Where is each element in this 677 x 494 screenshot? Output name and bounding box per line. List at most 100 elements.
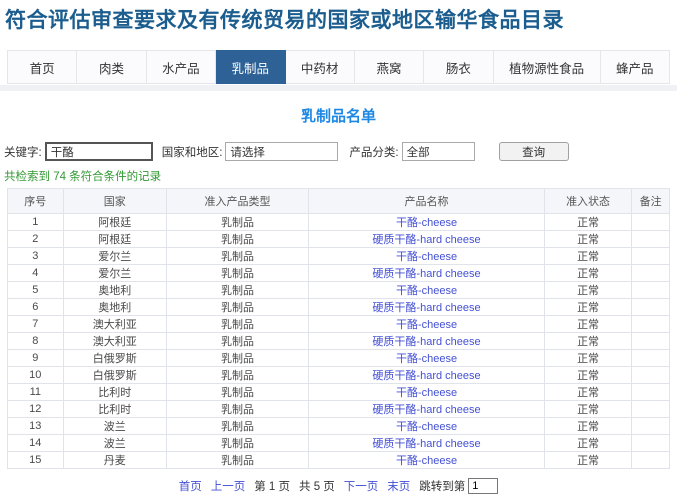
cell-status: 正常 xyxy=(543,213,633,232)
product-link[interactable]: 硬质干酪-hard cheese xyxy=(372,370,480,382)
query-button[interactable]: 查询 xyxy=(498,142,569,162)
category-label: 产品分类: xyxy=(349,146,399,159)
product-link[interactable]: 硬质干酪-hard cheese xyxy=(372,438,480,450)
cell-product-name: 干酪-cheese xyxy=(308,417,545,436)
cell-product-name: 硬质干酪-hard cheese xyxy=(308,434,545,453)
cell-product-type: 乳制品 xyxy=(165,400,310,419)
cell-product-name: 硬质干酪-hard cheese xyxy=(308,366,545,385)
product-link[interactable]: 干酪-cheese xyxy=(396,217,457,229)
product-link[interactable]: 干酪-cheese xyxy=(396,251,457,263)
tab-dairy[interactable]: 乳制品 xyxy=(216,50,286,85)
cell-remark xyxy=(631,213,670,232)
cell-status: 正常 xyxy=(543,451,633,470)
column-header: 国家 xyxy=(62,188,167,215)
table-row: 13 波兰 乳制品 干酪-cheese 正常 xyxy=(7,417,670,436)
cell-country: 阿根廷 xyxy=(62,230,167,249)
product-link[interactable]: 硬质干酪-hard cheese xyxy=(372,268,480,280)
tab-herbs[interactable]: 中药材 xyxy=(285,50,355,85)
tab-meat[interactable]: 肉类 xyxy=(77,50,147,85)
cell-status: 正常 xyxy=(543,315,633,334)
product-link[interactable]: 硬质干酪-hard cheese xyxy=(372,302,480,314)
table-row: 12 比利时 乳制品 硬质干酪-hard cheese 正常 xyxy=(7,400,670,419)
pagination-first-link[interactable]: 首页 xyxy=(179,478,202,494)
cell-status: 正常 xyxy=(543,332,633,351)
pagination-next-link[interactable]: 下一页 xyxy=(344,478,379,494)
jump-label: 跳转到第 xyxy=(419,481,466,494)
product-link[interactable]: 硬质干酪-hard cheese xyxy=(372,404,480,416)
page-jump-group: 跳转到第 xyxy=(419,478,499,494)
product-link[interactable]: 干酪-cheese xyxy=(396,285,457,297)
cell-product-name: 干酪-cheese xyxy=(308,451,545,470)
tab-label: 肠衣 xyxy=(445,61,471,76)
cell-country: 阿根廷 xyxy=(62,213,167,232)
tab-casings[interactable]: 肠衣 xyxy=(424,50,494,85)
product-link[interactable]: 干酪-cheese xyxy=(396,387,457,399)
cell-product-type: 乳制品 xyxy=(165,264,310,283)
tab-birds-nest[interactable]: 燕窝 xyxy=(354,50,425,85)
cell-remark xyxy=(631,298,670,317)
column-header: 序号 xyxy=(7,188,64,215)
cell-product-name: 硬质干酪-hard cheese xyxy=(308,230,545,249)
product-link[interactable]: 干酪-cheese xyxy=(396,353,457,365)
tab-bee-products[interactable]: 蜂产品 xyxy=(600,50,670,85)
cell-seq: 2 xyxy=(7,230,64,249)
cell-product-name: 干酪-cheese xyxy=(308,247,545,266)
tab-plant-foods[interactable]: 植物源性食品 xyxy=(493,50,601,85)
cell-product-name: 硬质干酪-hard cheese xyxy=(308,298,545,317)
tab-label: 乳制品 xyxy=(231,61,270,76)
product-link[interactable]: 干酪-cheese xyxy=(396,421,457,433)
cell-remark xyxy=(631,349,670,368)
product-link[interactable]: 硬质干酪-hard cheese xyxy=(372,234,480,246)
cell-country: 爱尔兰 xyxy=(62,247,167,266)
pagination-prev-link[interactable]: 上一页 xyxy=(211,478,246,494)
cell-product-name: 干酪-cheese xyxy=(308,213,545,232)
cell-country: 爱尔兰 xyxy=(62,264,167,283)
cell-product-type: 乳制品 xyxy=(165,332,310,351)
cell-status: 正常 xyxy=(543,434,633,453)
pagination-current-page: 第 1 页 xyxy=(254,481,290,494)
tab-label: 首页 xyxy=(29,61,55,76)
cell-status: 正常 xyxy=(543,247,633,266)
pagination-last-link[interactable]: 末页 xyxy=(387,478,410,494)
cell-seq: 6 xyxy=(7,298,64,317)
cell-seq: 12 xyxy=(7,400,64,419)
search-bar: 关键字: 国家和地区: 产品分类: 查询 xyxy=(4,142,677,162)
cell-product-type: 乳制品 xyxy=(165,349,310,368)
table-row: 15 丹麦 乳制品 干酪-cheese 正常 xyxy=(7,451,670,470)
tab-aquatic[interactable]: 水产品 xyxy=(146,50,217,85)
tab-home[interactable]: 首页 xyxy=(7,50,78,85)
cell-remark xyxy=(631,247,670,266)
table-row: 8 澳大利亚 乳制品 硬质干酪-hard cheese 正常 xyxy=(7,332,670,351)
table-row: 14 波兰 乳制品 硬质干酪-hard cheese 正常 xyxy=(7,434,670,453)
result-summary: 共检索到 74 条符合条件的记录 xyxy=(4,171,162,184)
country-select[interactable] xyxy=(225,142,339,162)
category-select[interactable] xyxy=(401,142,475,162)
country-label: 国家和地区: xyxy=(161,146,223,159)
tab-label: 水产品 xyxy=(162,61,200,76)
keyword-label: 关键字: xyxy=(4,146,42,159)
cell-status: 正常 xyxy=(543,264,633,283)
tab-label: 蜂产品 xyxy=(616,61,654,76)
cell-product-name: 干酪-cheese xyxy=(308,281,545,300)
column-header: 备注 xyxy=(631,188,670,215)
jump-page-input[interactable] xyxy=(468,478,499,494)
product-link[interactable]: 硬质干酪-hard cheese xyxy=(372,336,480,348)
cell-product-type: 乳制品 xyxy=(165,281,310,300)
cell-country: 白俄罗斯 xyxy=(62,349,167,368)
table-header-row: 序号 国家 准入产品类型 产品名称 准入状态 备注 xyxy=(7,188,670,215)
table-row: 6 奥地利 乳制品 硬质干酪-hard cheese 正常 xyxy=(7,298,670,317)
cell-status: 正常 xyxy=(543,417,633,436)
cell-country: 澳大利亚 xyxy=(62,315,167,334)
product-link[interactable]: 干酪-cheese xyxy=(396,319,457,331)
tab-label: 植物源性食品 xyxy=(509,61,585,76)
product-link[interactable]: 干酪-cheese xyxy=(396,455,457,467)
cell-country: 白俄罗斯 xyxy=(62,366,167,385)
cell-status: 正常 xyxy=(543,298,633,317)
nav-tabs: 首页 肉类 水产品 乳制品 中药材 燕窝 肠衣 植物源性食品 蜂产品 xyxy=(7,50,670,85)
cell-country: 丹麦 xyxy=(62,451,167,470)
keyword-input[interactable] xyxy=(44,142,153,162)
cell-seq: 5 xyxy=(7,281,64,300)
cell-remark xyxy=(631,434,670,453)
table-row: 9 白俄罗斯 乳制品 干酪-cheese 正常 xyxy=(7,349,670,368)
tab-label: 中药材 xyxy=(300,61,339,76)
